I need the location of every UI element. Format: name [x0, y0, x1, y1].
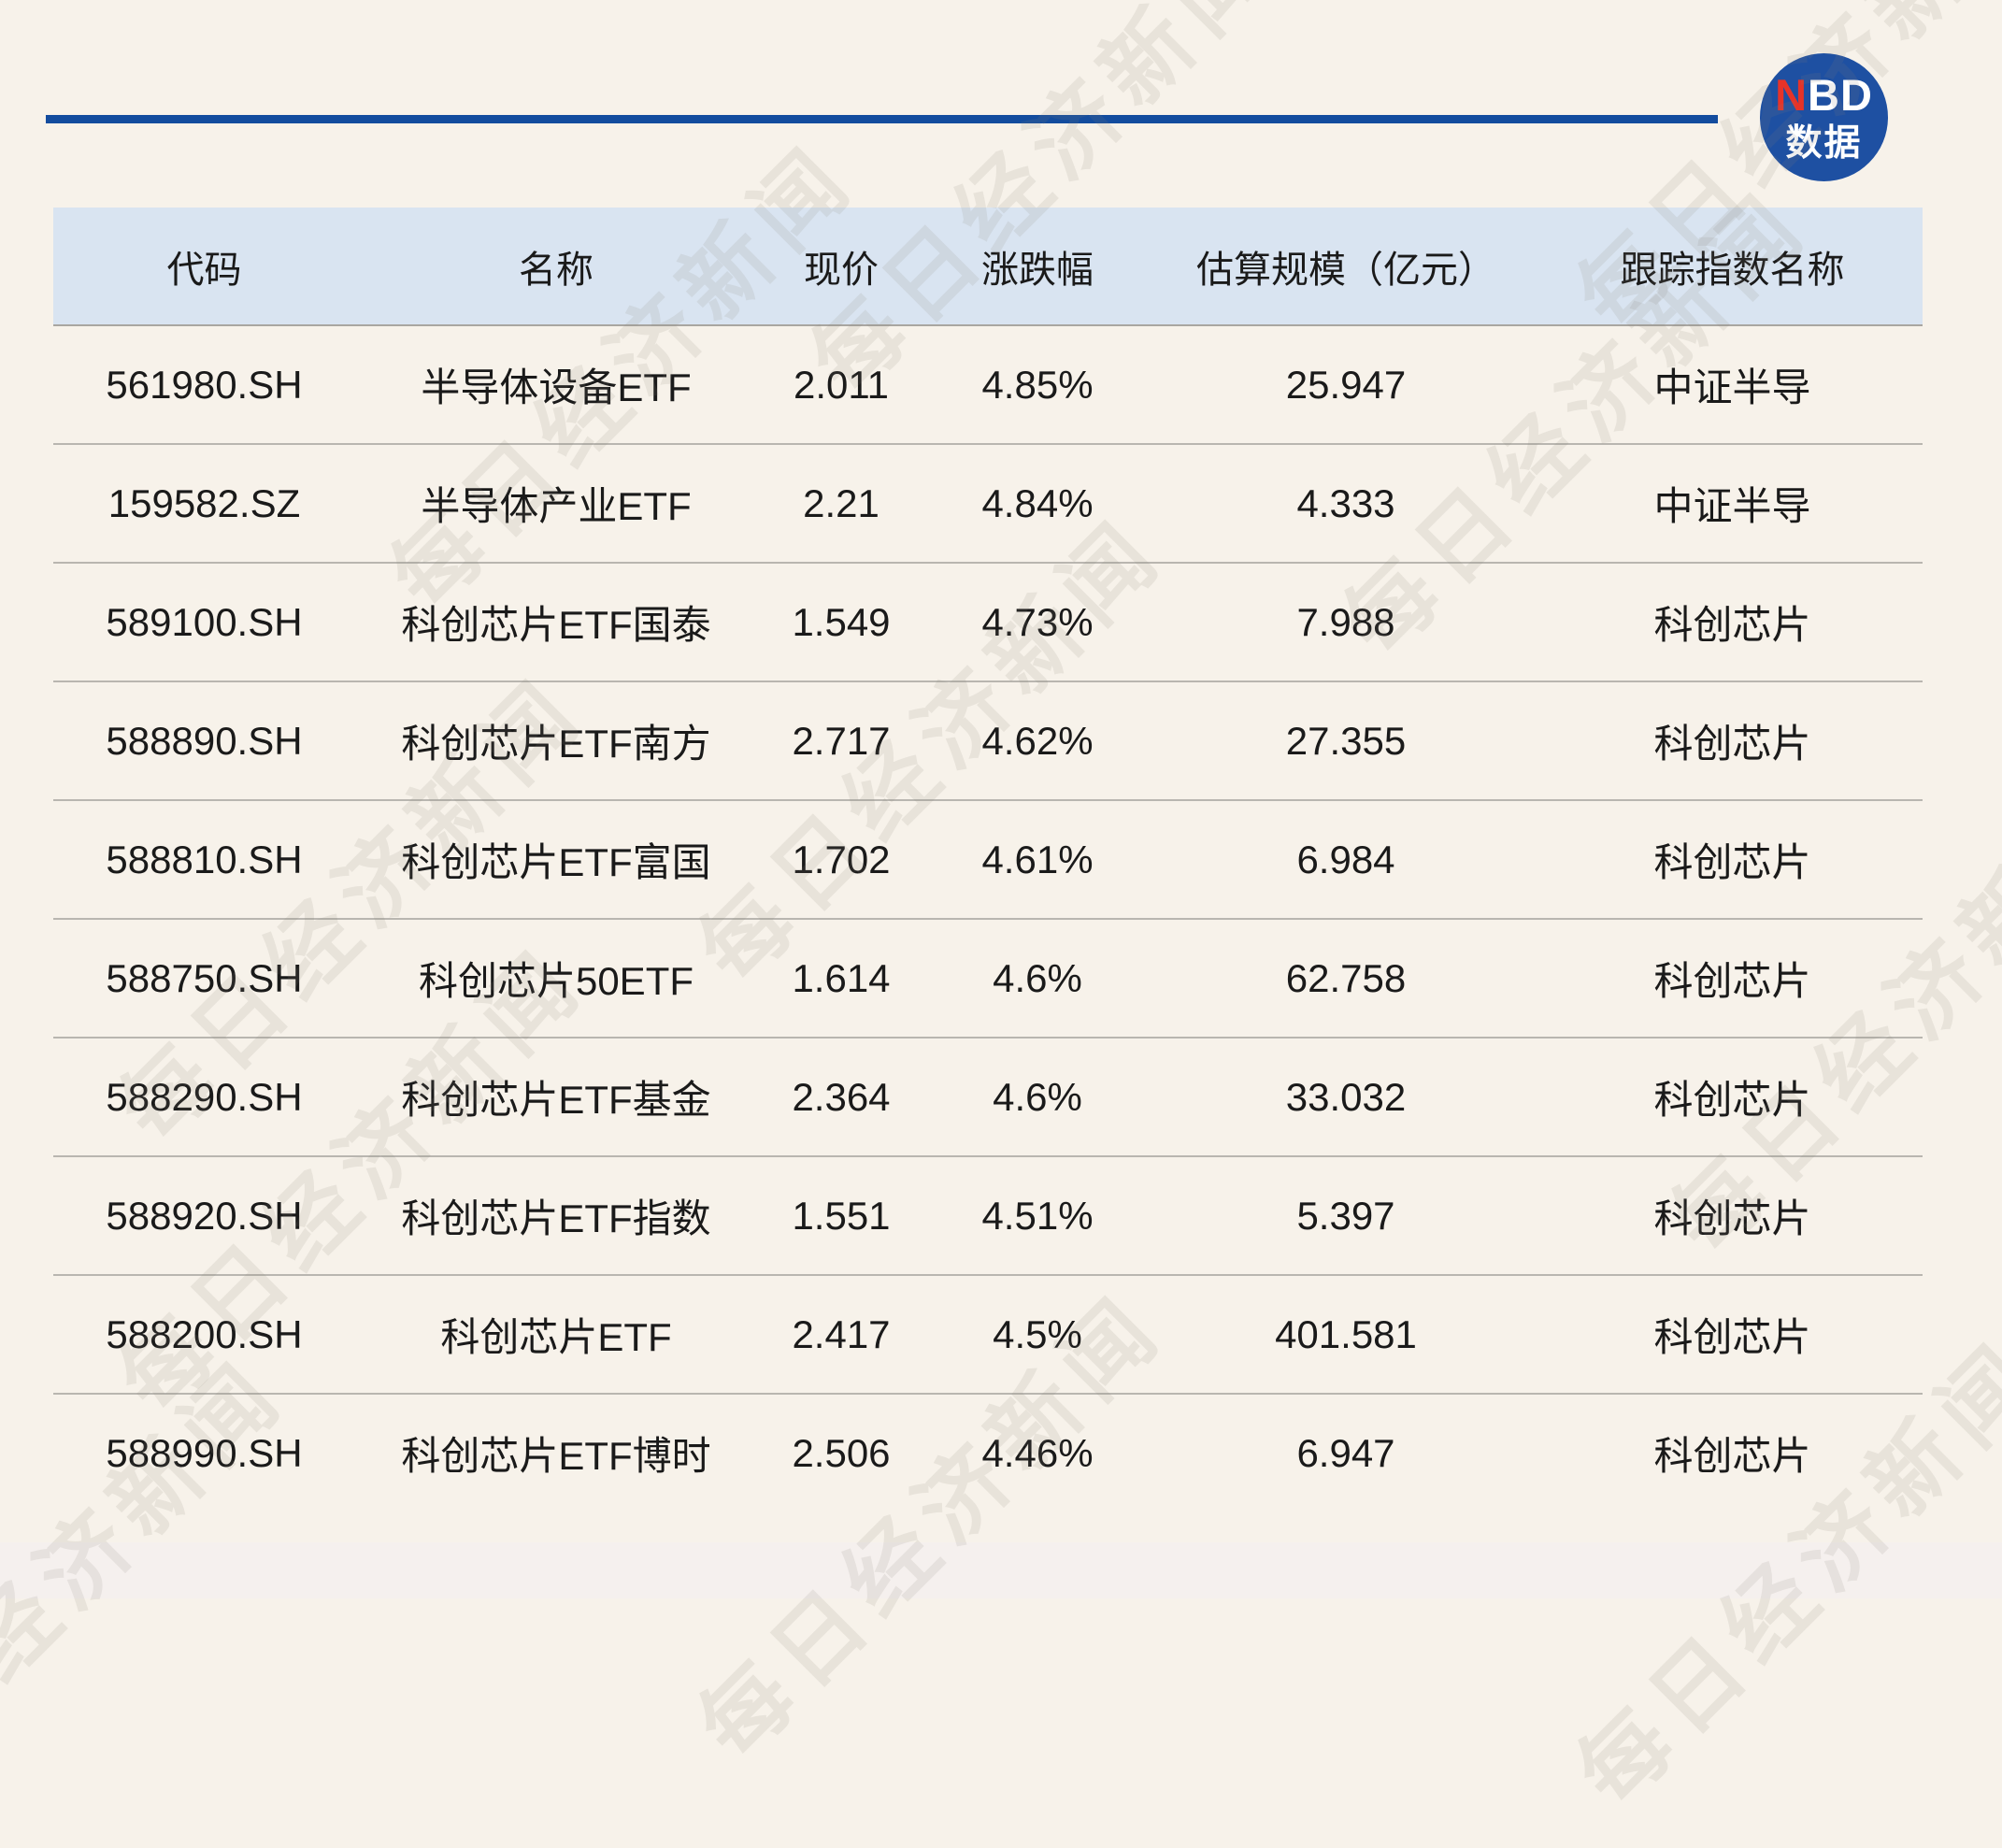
header-cell-index: 跟踪指数名称	[1542, 239, 1923, 294]
cell-code: 588920.SH	[53, 1194, 355, 1239]
cell-price: 2.506	[757, 1431, 925, 1476]
table-row: 588810.SH 科创芯片ETF富国 1.702 4.61% 6.984 科创…	[53, 801, 1923, 920]
cell-change: 4.6%	[925, 1075, 1150, 1120]
cell-name: 科创芯片ETF国泰	[355, 594, 757, 651]
cell-change: 4.51%	[925, 1194, 1150, 1239]
cell-name: 科创芯片ETF南方	[355, 712, 757, 769]
etf-table: 代码 名称 现价 涨跌幅 估算规模（亿元） 跟踪指数名称 561980.SH 半…	[53, 208, 1923, 1511]
cell-change: 4.84%	[925, 481, 1150, 526]
nbd-logo: NBD 数据	[1760, 53, 1888, 181]
cell-change: 4.73%	[925, 600, 1150, 645]
cell-code: 588810.SH	[53, 838, 355, 882]
table-row: 588890.SH 科创芯片ETF南方 2.717 4.62% 27.355 科…	[53, 682, 1923, 801]
cell-change: 4.62%	[925, 719, 1150, 764]
page-background: NBD 数据 代码 名称 现价 涨跌幅 估算规模（亿元） 跟踪指数名称 5619…	[0, 0, 2002, 1598]
table-row: 588750.SH 科创芯片50ETF 1.614 4.6% 62.758 科创…	[53, 920, 1923, 1039]
cell-price: 2.364	[757, 1075, 925, 1120]
cell-code: 588750.SH	[53, 956, 355, 1001]
nbd-logo-text: NBD	[1775, 73, 1873, 117]
cell-scale: 27.355	[1150, 719, 1542, 764]
cell-index: 科创芯片	[1542, 712, 1923, 769]
cell-scale: 4.333	[1150, 481, 1542, 526]
table-row: 561980.SH 半导体设备ETF 2.011 4.85% 25.947 中证…	[53, 326, 1923, 445]
header-cell-price: 现价	[757, 239, 925, 294]
cell-price: 2.21	[757, 481, 925, 526]
cell-price: 1.551	[757, 1194, 925, 1239]
cell-index: 科创芯片	[1542, 950, 1923, 1007]
table-row: 588920.SH 科创芯片ETF指数 1.551 4.51% 5.397 科创…	[53, 1157, 1923, 1276]
footer-band	[0, 1542, 2002, 1598]
cell-index: 科创芯片	[1542, 831, 1923, 888]
table-row: 588990.SH 科创芯片ETF博时 2.506 4.46% 6.947 科创…	[53, 1395, 1923, 1511]
table-row: 159582.SZ 半导体产业ETF 2.21 4.84% 4.333 中证半导	[53, 445, 1923, 564]
cell-name: 科创芯片ETF博时	[355, 1425, 757, 1482]
table-row: 589100.SH 科创芯片ETF国泰 1.549 4.73% 7.988 科创…	[53, 564, 1923, 682]
cell-change: 4.6%	[925, 956, 1150, 1001]
header-cell-change: 涨跌幅	[925, 239, 1150, 294]
cell-index: 科创芯片	[1542, 1187, 1923, 1244]
cell-change: 4.61%	[925, 838, 1150, 882]
nbd-logo-subtitle: 数据	[1785, 125, 1862, 162]
nbd-logo-n: N	[1775, 70, 1808, 120]
header-cell-code: 代码	[53, 239, 355, 294]
cell-name: 科创芯片50ETF	[355, 950, 757, 1007]
cell-index: 科创芯片	[1542, 1068, 1923, 1125]
cell-scale: 7.988	[1150, 600, 1542, 645]
cell-price: 2.417	[757, 1312, 925, 1357]
cell-change: 4.5%	[925, 1312, 1150, 1357]
cell-price: 1.702	[757, 838, 925, 882]
cell-name: 半导体设备ETF	[355, 356, 757, 413]
cell-index: 科创芯片	[1542, 1306, 1923, 1363]
cell-index: 科创芯片	[1542, 594, 1923, 651]
cell-price: 2.011	[757, 363, 925, 408]
cell-index: 科创芯片	[1542, 1425, 1923, 1482]
cell-name: 科创芯片ETF富国	[355, 831, 757, 888]
cell-price: 1.614	[757, 956, 925, 1001]
cell-scale: 25.947	[1150, 363, 1542, 408]
cell-scale: 6.947	[1150, 1431, 1542, 1476]
cell-scale: 401.581	[1150, 1312, 1542, 1357]
header-cell-scale: 估算规模（亿元）	[1150, 239, 1542, 294]
cell-code: 159582.SZ	[53, 481, 355, 526]
cell-scale: 33.032	[1150, 1075, 1542, 1120]
cell-price: 1.549	[757, 600, 925, 645]
cell-scale: 62.758	[1150, 956, 1542, 1001]
table-row: 588290.SH 科创芯片ETF基金 2.364 4.6% 33.032 科创…	[53, 1039, 1923, 1157]
nbd-logo-bd: BD	[1808, 70, 1873, 120]
cell-code: 588290.SH	[53, 1075, 355, 1120]
cell-code: 588200.SH	[53, 1312, 355, 1357]
header-cell-name: 名称	[355, 239, 757, 294]
cell-change: 4.85%	[925, 363, 1150, 408]
cell-name: 半导体产业ETF	[355, 475, 757, 532]
cell-price: 2.717	[757, 719, 925, 764]
cell-name: 科创芯片ETF指数	[355, 1187, 757, 1244]
table-row: 588200.SH 科创芯片ETF 2.417 4.5% 401.581 科创芯…	[53, 1276, 1923, 1395]
cell-name: 科创芯片ETF基金	[355, 1068, 757, 1125]
cell-scale: 5.397	[1150, 1194, 1542, 1239]
cell-code: 588890.SH	[53, 719, 355, 764]
cell-code: 561980.SH	[53, 363, 355, 408]
cell-change: 4.46%	[925, 1431, 1150, 1476]
cell-code: 589100.SH	[53, 600, 355, 645]
top-divider-line	[46, 115, 1718, 123]
cell-name: 科创芯片ETF	[355, 1306, 757, 1363]
table-header-row: 代码 名称 现价 涨跌幅 估算规模（亿元） 跟踪指数名称	[53, 208, 1923, 326]
cell-code: 588990.SH	[53, 1431, 355, 1476]
cell-index: 中证半导	[1542, 475, 1923, 532]
cell-index: 中证半导	[1542, 356, 1923, 413]
cell-scale: 6.984	[1150, 838, 1542, 882]
